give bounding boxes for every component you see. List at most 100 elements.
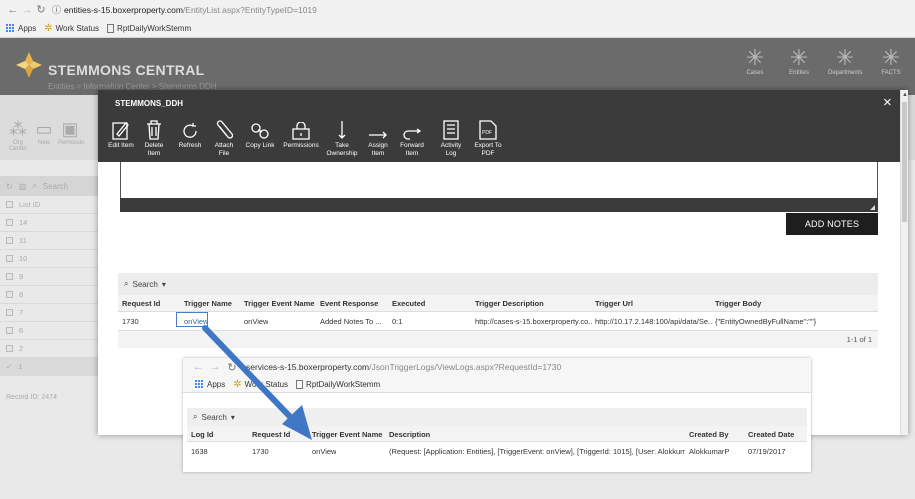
inset-search-bar[interactable]: ⌕ Search ▾	[187, 408, 807, 426]
checkmark-icon: ✓	[6, 362, 13, 371]
table-row[interactable]: 1638 1730 onView (Request: [Application:…	[187, 442, 807, 459]
activity-log-button[interactable]: Activity Log	[436, 118, 466, 158]
search-icon: ⌕	[193, 412, 198, 421]
col-request-id[interactable]: Request Id	[122, 299, 160, 308]
table-row[interactable]: 1730 onView onView Added Notes To ... 0:…	[118, 312, 878, 330]
cell-trigger-url: http://10.17.2.148:100/api/data/Se...	[595, 317, 713, 326]
cell-created-by: AlokkumarP	[689, 447, 730, 456]
address-bar[interactable]: ⓘ entities-s-15.boxerproperty.com/Entity…	[52, 2, 317, 17]
edit-item-button[interactable]: Edit Item	[104, 118, 138, 150]
col-trigger-event-name[interactable]: Trigger Event Name	[312, 430, 382, 439]
edit-icon	[112, 122, 129, 140]
browser-nav-row: ← → ↻ ⓘ entities-s-15.boxerproperty.com /…	[0, 0, 915, 19]
refresh-button[interactable]: Refresh	[174, 118, 206, 150]
col-trigger-description[interactable]: Trigger Description	[475, 299, 544, 308]
col-log-id[interactable]: Log Id	[191, 430, 214, 439]
lock-icon	[292, 122, 310, 140]
col-created-by[interactable]: Created By	[689, 430, 729, 439]
col-trigger-body[interactable]: Trigger Body	[715, 299, 761, 308]
col-trigger-event-name[interactable]: Trigger Event Name	[244, 299, 314, 308]
take-ownership-button[interactable]: Take Ownership	[322, 118, 362, 158]
list-search[interactable]: Search	[43, 182, 68, 191]
reload-icon[interactable]: ↻	[225, 360, 239, 374]
org-center-tool[interactable]: ⁂ Org Center	[6, 118, 30, 152]
forward-icon[interactable]: →	[208, 360, 222, 374]
forward-item-button[interactable]: Forward Item	[398, 118, 426, 158]
add-notes-button[interactable]: ADD NOTES	[786, 213, 878, 235]
checkbox[interactable]	[6, 309, 13, 316]
bookmark-apps[interactable]: Apps	[6, 23, 36, 33]
apps-grid-icon	[6, 23, 15, 33]
delete-item-button[interactable]: Delete Item	[140, 118, 168, 158]
bookmark-work-status[interactable]: ✲ Work Status	[233, 379, 288, 390]
export-pdf-button[interactable]: PDF Export To PDF	[471, 118, 505, 158]
modal-title: STEMMONS_DDH	[115, 99, 184, 108]
cell-trigger-event: onView	[244, 317, 269, 326]
cell-trigger-body: {"EntityOwnedByFullName":""}	[715, 317, 817, 326]
col-request-id[interactable]: Request Id	[252, 430, 290, 439]
grid-footer: 1-1 of 1	[118, 330, 878, 348]
col-trigger-name[interactable]: Trigger Name	[184, 299, 232, 308]
col-executed[interactable]: Executed	[392, 299, 425, 308]
cell-request-id: 1730	[252, 447, 269, 456]
assign-item-button[interactable]: Assign Item	[365, 118, 391, 158]
info-icon[interactable]: ⓘ	[52, 3, 61, 16]
checkbox[interactable]	[6, 345, 13, 352]
scroll-up-icon[interactable]: ▲	[902, 92, 908, 98]
permissions-button[interactable]: Permissions	[281, 118, 321, 150]
trash-icon	[147, 120, 161, 140]
cell-event-response: Added Notes To ...	[320, 317, 382, 326]
bookmark-apps[interactable]: Apps	[195, 379, 225, 389]
org-icon: ⁂	[9, 119, 27, 139]
resize-grip-icon[interactable]	[870, 205, 875, 210]
permissions-tool[interactable]: ▣ Permissio	[58, 118, 84, 146]
apps-grid-icon	[195, 379, 204, 389]
url-path: /EntityList.aspx?EntityTypeID=1019	[182, 4, 317, 15]
checkbox[interactable]	[6, 201, 13, 208]
bookmark-rpt[interactable]: RptDailyWorkStemm	[107, 23, 191, 33]
cell-executed: 0:1	[392, 317, 403, 326]
bookmark-work-status[interactable]: ✲ Work Status	[44, 23, 99, 34]
checkbox[interactable]	[6, 291, 13, 298]
top-nav-cases[interactable]: ✳ Cases	[738, 45, 772, 77]
refresh-icon[interactable]: ↻	[6, 182, 13, 191]
col-event-response[interactable]: Event Response	[320, 299, 378, 308]
search-icon[interactable]: ⌕	[32, 181, 36, 191]
top-nav-departments[interactable]: ✳ Departments	[828, 45, 862, 77]
grid-search-bar[interactable]: ⌕ Search ▾	[118, 273, 878, 295]
col-created-date[interactable]: Created Date	[748, 430, 794, 439]
checkbox[interactable]	[6, 327, 13, 334]
inset-address-bar[interactable]: services-s-15.boxerproperty.com/JsonTrig…	[246, 362, 561, 372]
checkbox[interactable]	[6, 219, 13, 226]
asterisk-icon: ✳	[881, 45, 901, 70]
top-nav-entities[interactable]: ✳ Entities	[782, 46, 816, 77]
cell-created-date: 07/19/2017	[748, 447, 786, 456]
checkbox[interactable]	[6, 255, 13, 262]
bookmark-rpt[interactable]: RptDailyWorkStemm	[296, 379, 380, 389]
copy-link-button[interactable]: Copy Link	[242, 118, 278, 150]
link-icon	[251, 123, 269, 139]
close-icon[interactable]: ×	[883, 95, 892, 110]
pinwheel-icon: ✲	[44, 22, 53, 34]
attach-file-button[interactable]: Attach File	[210, 118, 238, 158]
inset-bookmarks-bar: Apps ✲ Work Status RptDailyWorkStemm	[183, 376, 811, 393]
asterisk-icon: ✳	[745, 45, 765, 70]
notes-textarea[interactable]	[120, 162, 878, 198]
top-nav-facts[interactable]: ✳ FACTS	[874, 45, 908, 77]
back-icon[interactable]: ←	[6, 3, 20, 17]
new-tool[interactable]: ▭ New	[32, 118, 56, 146]
back-icon[interactable]: ←	[191, 360, 205, 374]
col-trigger-url[interactable]: Trigger Url	[595, 299, 633, 308]
grid-header: Request Id Trigger Name Trigger Event Na…	[118, 295, 878, 312]
asterisk-icon: ✳	[835, 45, 855, 70]
col-description[interactable]: Description	[389, 430, 430, 439]
modal-scrollbar[interactable]: ▲	[900, 90, 908, 435]
page-icon	[107, 23, 115, 33]
forward-icon[interactable]: →	[20, 3, 34, 17]
checkbox[interactable]	[6, 237, 13, 244]
checkbox[interactable]	[6, 273, 13, 280]
scroll-thumb[interactable]	[902, 102, 907, 222]
columns-icon[interactable]: ▥	[19, 182, 27, 191]
textarea-footer	[120, 198, 878, 212]
reload-icon[interactable]: ↻	[34, 3, 48, 17]
